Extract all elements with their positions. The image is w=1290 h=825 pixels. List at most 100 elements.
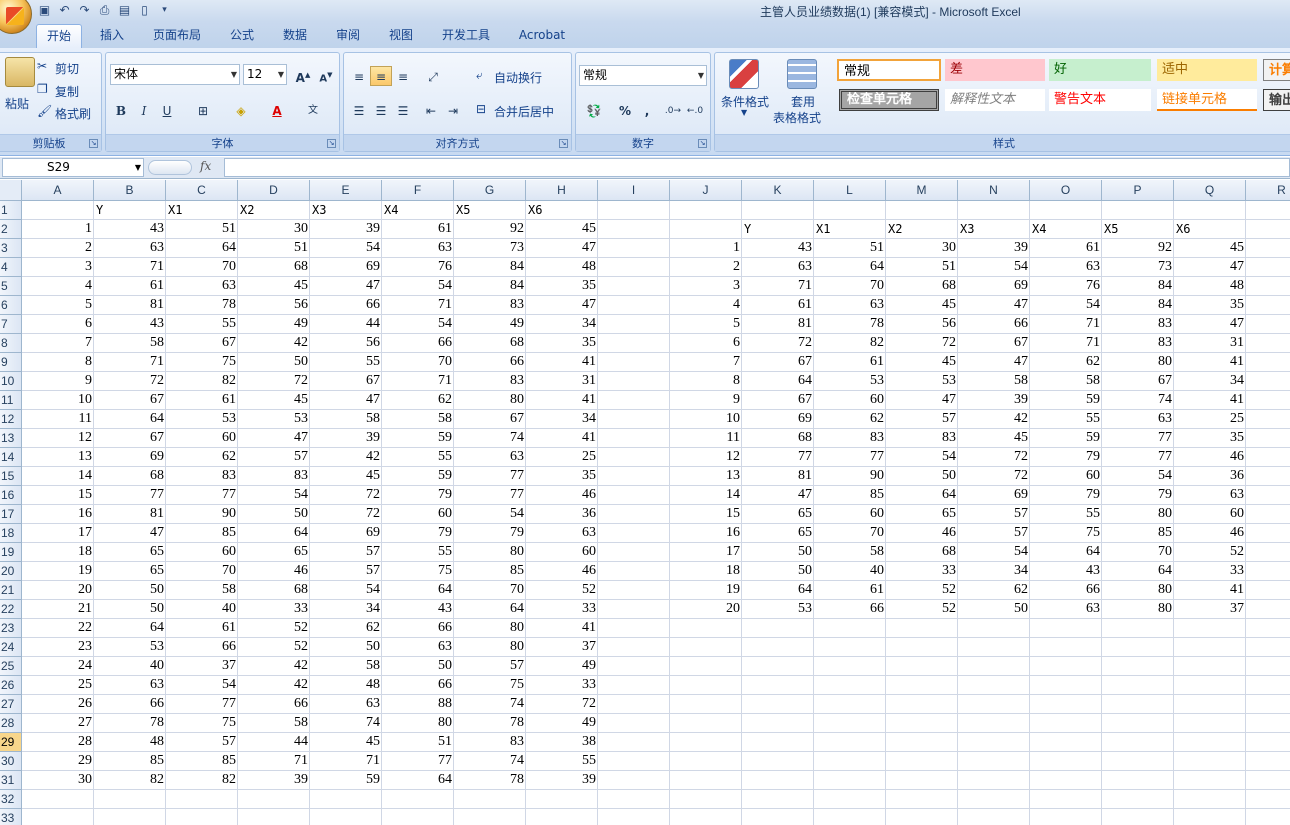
table1-data-cell[interactable]: 65 — [238, 543, 310, 562]
cell[interactable] — [958, 657, 1030, 676]
table2-data-cell[interactable]: 46 — [886, 524, 958, 543]
cell-style-normal[interactable]: 常规 — [837, 59, 941, 81]
cell[interactable] — [1102, 619, 1174, 638]
table1-data-cell[interactable]: 57 — [166, 733, 238, 752]
table2-data-cell[interactable]: 58 — [814, 543, 886, 562]
table2-data-cell[interactable]: 30 — [886, 239, 958, 258]
table2-data-cell[interactable]: 47 — [958, 296, 1030, 315]
column-header-l[interactable]: L — [814, 180, 886, 201]
table2-data-cell[interactable]: 85 — [1102, 524, 1174, 543]
table1-data-cell[interactable]: 50 — [94, 581, 166, 600]
table2-data-cell[interactable]: 10 — [670, 410, 742, 429]
table2-data-cell[interactable]: 69 — [958, 277, 1030, 296]
cell[interactable] — [1174, 752, 1246, 771]
table2-header-cell[interactable]: X2 — [886, 220, 958, 239]
cell[interactable] — [598, 201, 670, 220]
table1-data-cell[interactable]: 90 — [166, 505, 238, 524]
cell[interactable] — [238, 809, 310, 825]
table1-data-cell[interactable]: 82 — [166, 771, 238, 790]
cell[interactable] — [886, 619, 958, 638]
cell[interactable] — [598, 809, 670, 825]
table1-data-cell[interactable]: 22 — [22, 619, 94, 638]
comma-style-button[interactable]: , — [636, 100, 658, 120]
row-header-6[interactable]: 6 — [0, 296, 22, 315]
table1-data-cell[interactable]: 41 — [526, 619, 598, 638]
table2-data-cell[interactable]: 33 — [1174, 562, 1246, 581]
align-top-icon[interactable]: ≡ — [348, 66, 370, 86]
table1-data-cell[interactable]: 46 — [238, 562, 310, 581]
row-header-29[interactable]: 29 — [0, 733, 22, 752]
quick-print-icon[interactable]: ▤ — [116, 2, 133, 19]
table2-data-cell[interactable]: 84 — [1102, 296, 1174, 315]
table1-data-cell[interactable]: 63 — [94, 676, 166, 695]
cell[interactable] — [1030, 676, 1102, 695]
table1-data-cell[interactable]: 42 — [238, 334, 310, 353]
table1-data-cell[interactable]: 53 — [238, 410, 310, 429]
table2-data-cell[interactable]: 55 — [1030, 410, 1102, 429]
paste-icon[interactable] — [5, 57, 35, 87]
row-header-21[interactable]: 21 — [0, 581, 22, 600]
cut-button[interactable]: 剪切 — [55, 60, 79, 77]
table1-data-cell[interactable]: 48 — [94, 733, 166, 752]
cell[interactable] — [1030, 695, 1102, 714]
merge-center-button[interactable]: 合并后居中 — [494, 103, 554, 120]
table1-data-cell[interactable]: 54 — [382, 277, 454, 296]
table1-data-cell[interactable]: 30 — [238, 220, 310, 239]
table2-data-cell[interactable]: 74 — [1102, 391, 1174, 410]
grow-font-icon[interactable]: A▲ — [292, 64, 314, 85]
cell[interactable] — [1246, 296, 1290, 315]
row-header-3[interactable]: 3 — [0, 239, 22, 258]
table1-data-cell[interactable]: 36 — [526, 505, 598, 524]
table2-data-cell[interactable]: 50 — [886, 467, 958, 486]
table1-data-cell[interactable]: 60 — [526, 543, 598, 562]
table2-data-cell[interactable]: 69 — [742, 410, 814, 429]
table1-data-cell[interactable]: 65 — [94, 562, 166, 581]
cell[interactable] — [598, 467, 670, 486]
table2-data-cell[interactable]: 45 — [886, 353, 958, 372]
table1-data-cell[interactable]: 37 — [526, 638, 598, 657]
cell[interactable] — [598, 638, 670, 657]
cell[interactable] — [1246, 467, 1290, 486]
cell[interactable] — [598, 676, 670, 695]
table1-data-cell[interactable]: 41 — [526, 353, 598, 372]
cell[interactable] — [454, 790, 526, 809]
table2-data-cell[interactable]: 63 — [742, 258, 814, 277]
decrease-decimal-icon[interactable]: ←.0 — [684, 100, 706, 120]
row-header-8[interactable]: 8 — [0, 334, 22, 353]
table1-data-cell[interactable]: 70 — [166, 258, 238, 277]
table1-data-cell[interactable]: 66 — [454, 353, 526, 372]
cell[interactable] — [958, 695, 1030, 714]
table2-data-cell[interactable]: 11 — [670, 429, 742, 448]
cell[interactable] — [526, 809, 598, 825]
row-header-26[interactable]: 26 — [0, 676, 22, 695]
cell[interactable] — [1174, 695, 1246, 714]
table1-data-cell[interactable]: 4 — [22, 277, 94, 296]
table2-data-cell[interactable]: 25 — [1174, 410, 1246, 429]
cell[interactable] — [598, 790, 670, 809]
cell[interactable] — [598, 258, 670, 277]
table2-data-cell[interactable]: 77 — [1102, 448, 1174, 467]
row-header-20[interactable]: 20 — [0, 562, 22, 581]
table1-data-cell[interactable]: 50 — [310, 638, 382, 657]
cell[interactable] — [1246, 391, 1290, 410]
table2-data-cell[interactable]: 52 — [1174, 543, 1246, 562]
column-header-g[interactable]: G — [454, 180, 526, 201]
table2-data-cell[interactable]: 9 — [670, 391, 742, 410]
tab-view[interactable]: 视图 — [379, 24, 423, 48]
table1-data-cell[interactable]: 53 — [94, 638, 166, 657]
cell-style-bad[interactable]: 差 — [945, 59, 1045, 81]
table1-data-cell[interactable]: 78 — [454, 714, 526, 733]
cell[interactable] — [598, 296, 670, 315]
table1-data-cell[interactable]: 64 — [94, 619, 166, 638]
table2-data-cell[interactable]: 1 — [670, 239, 742, 258]
table1-data-cell[interactable]: 55 — [166, 315, 238, 334]
cell[interactable] — [22, 790, 94, 809]
column-header-n[interactable]: N — [958, 180, 1030, 201]
font-color-icon[interactable]: A — [266, 100, 288, 120]
table2-data-cell[interactable]: 7 — [670, 353, 742, 372]
table1-data-cell[interactable]: 61 — [166, 619, 238, 638]
cell[interactable] — [1174, 619, 1246, 638]
table2-data-cell[interactable]: 47 — [886, 391, 958, 410]
table1-data-cell[interactable]: 77 — [166, 695, 238, 714]
table1-data-cell[interactable]: 59 — [310, 771, 382, 790]
